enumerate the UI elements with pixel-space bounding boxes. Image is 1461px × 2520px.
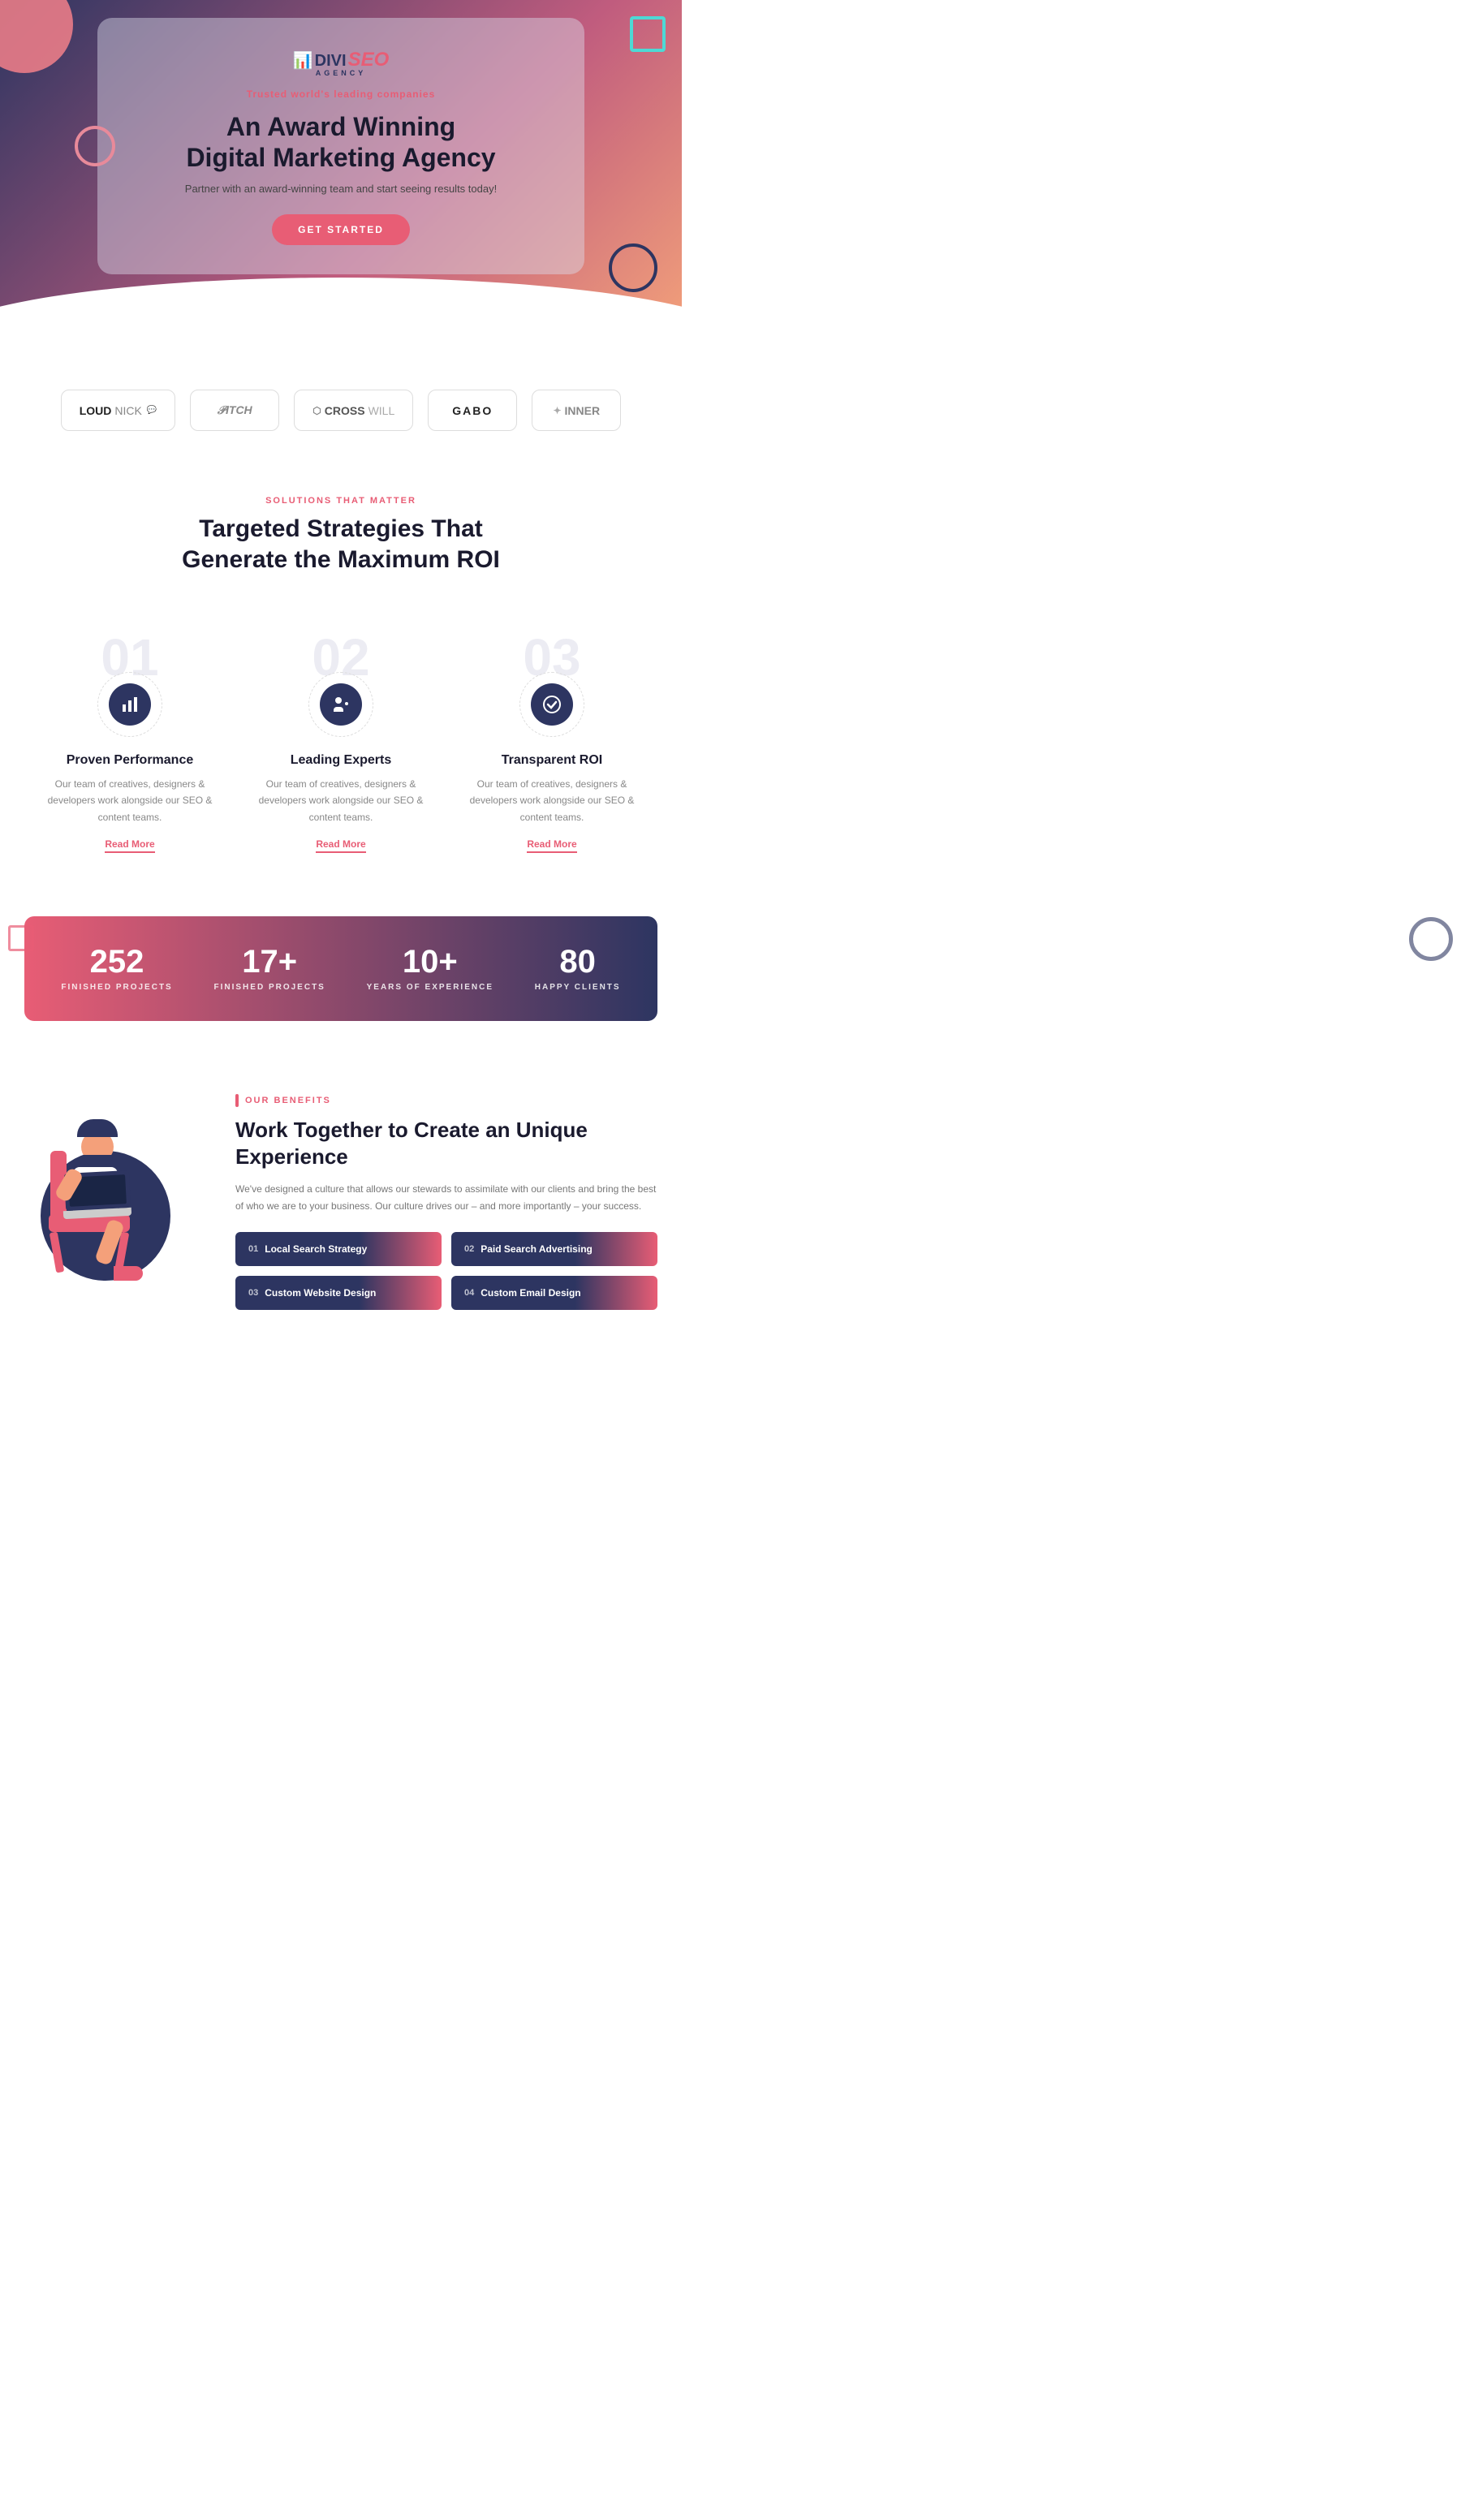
clients-section: LOUDNICK 💬 𝒫ITCH ⬡ CROSSWILL GABO ✦ INNE… xyxy=(0,341,682,463)
feature-link-3[interactable]: Read More xyxy=(527,838,576,853)
benefit-num-2: 02 xyxy=(464,1244,474,1254)
hero-card: 📊 DIVI SEO AGENCY Trusted world's leadin… xyxy=(97,18,584,275)
person-illustration xyxy=(32,1094,195,1289)
client-logo-crosswill: ⬡ CROSSWILL xyxy=(294,390,413,431)
get-started-button[interactable]: GET STARTED xyxy=(272,214,410,245)
hero-deco-square-top-right xyxy=(630,16,666,52)
hero-tagline: Trusted world's leading companies xyxy=(146,88,536,100)
solutions-section: SOLUTIONS THAT MATTER Targeted Strategie… xyxy=(0,463,682,623)
benefits-content: OUR BENEFITS Work Together to Create an … xyxy=(235,1094,657,1310)
client-logo-inner: ✦ INNER xyxy=(532,390,621,431)
client-logo-loudnick: LOUDNICK 💬 xyxy=(61,390,176,431)
feature-desc-2: Our team of creatives, designers & devel… xyxy=(255,776,427,825)
hero-deco-circle-bottom-right xyxy=(609,243,657,292)
feature-icon-bg-1 xyxy=(109,683,151,726)
hero-card-circle-left xyxy=(75,126,115,166)
stat-label-1: FINISHED PROJECTS xyxy=(61,983,172,992)
feature-icon-bg-3 xyxy=(531,683,573,726)
stat-number-4: 80 xyxy=(535,946,621,978)
benefit-label-3: Custom Website Design xyxy=(265,1287,376,1299)
benefit-label-1: Local Search Strategy xyxy=(265,1243,367,1255)
feature-desc-3: Our team of creatives, designers & devel… xyxy=(466,776,638,825)
stat-label-4: HAPPY CLIENTS xyxy=(535,983,621,992)
stat-number-2: 17+ xyxy=(214,946,325,978)
loudnick-bubble-icon: 💬 xyxy=(147,406,157,415)
benefit-btn-3[interactable]: 03 Custom Website Design xyxy=(235,1276,442,1310)
feature-icon-bg-2 xyxy=(320,683,362,726)
benefits-desc: We've designed a culture that allows our… xyxy=(235,1181,657,1214)
feature-title-2: Leading Experts xyxy=(255,753,427,768)
illus-beard xyxy=(84,1155,113,1165)
user-settings-icon xyxy=(331,695,351,714)
feature-card-3: 03 Transparent ROI Our team of creatives… xyxy=(446,623,657,876)
feature-link-2[interactable]: Read More xyxy=(316,838,365,853)
illus-shoe xyxy=(114,1266,143,1281)
hero-section: 📊 DIVI SEO AGENCY Trusted world's leadin… xyxy=(0,0,682,341)
check-icon xyxy=(542,695,562,714)
stat-number-3: 10+ xyxy=(367,946,493,978)
hero-deco-circle-top-left xyxy=(0,0,73,73)
benefit-num-4: 04 xyxy=(464,1288,474,1298)
hero-title: An Award Winning Digital Marketing Agenc… xyxy=(146,111,536,174)
feature-card-1: 01 Proven Performance Our team of creati… xyxy=(24,623,235,876)
crosswill-hex-icon: ⬡ xyxy=(312,405,321,416)
features-row: 01 Proven Performance Our team of creati… xyxy=(0,623,682,892)
stat-finished-projects-2: 17+ FINISHED PROJECTS xyxy=(214,946,325,992)
benefit-label-2: Paid Search Advertising xyxy=(481,1243,593,1255)
feature-link-1[interactable]: Read More xyxy=(105,838,154,853)
solutions-title: Targeted Strategies That Generate the Ma… xyxy=(32,514,649,575)
stat-happy-clients: 80 HAPPY CLIENTS xyxy=(535,946,621,992)
deco-circle-right xyxy=(1409,917,1453,961)
illus-hair xyxy=(77,1119,118,1137)
stat-number-1: 252 xyxy=(61,946,172,978)
feature-title-3: Transparent ROI xyxy=(466,753,638,768)
feature-card-2: 02 Leading Experts Our team of creatives… xyxy=(235,623,446,876)
benefit-label-4: Custom Email Design xyxy=(481,1287,580,1299)
solutions-label: SOLUTIONS THAT MATTER xyxy=(32,496,649,506)
inner-diamond-icon: ✦ xyxy=(553,405,561,416)
feature-title-1: Proven Performance xyxy=(44,753,216,768)
logo-seo: SEO xyxy=(348,50,390,70)
benefit-num-1: 01 xyxy=(248,1244,258,1254)
stat-finished-projects-1: 252 FINISHED PROJECTS xyxy=(61,946,172,992)
stats-banner: 252 FINISHED PROJECTS 17+ FINISHED PROJE… xyxy=(24,916,657,1021)
benefit-num-3: 03 xyxy=(248,1288,258,1298)
logo-bars-icon: 📊 xyxy=(293,53,313,69)
feature-icon-wrap-3 xyxy=(519,672,584,737)
client-logo-gabo: GABO xyxy=(428,390,517,431)
stat-years-experience: 10+ YEARS OF EXPERIENCE xyxy=(367,946,493,992)
benefits-title: Work Together to Create an Unique Experi… xyxy=(235,1117,657,1170)
benefits-label-bar xyxy=(235,1094,239,1107)
client-logo-pitch: 𝒫ITCH xyxy=(190,390,279,431)
benefit-btn-1[interactable]: 01 Local Search Strategy xyxy=(235,1232,442,1266)
benefits-section: OUR BENEFITS Work Together to Create an … xyxy=(0,1045,682,1342)
benefits-illustration xyxy=(24,1094,203,1289)
feature-icon-wrap-1 xyxy=(97,672,162,737)
feature-icon-wrap-2 xyxy=(308,672,373,737)
logo-agency: AGENCY xyxy=(316,70,367,77)
stat-label-3: YEARS OF EXPERIENCE xyxy=(367,983,493,992)
benefits-grid: 01 Local Search Strategy 02 Paid Search … xyxy=(235,1232,657,1310)
bar-chart-icon xyxy=(120,695,140,714)
hero-subtitle: Partner with an award-winning team and s… xyxy=(146,183,536,195)
benefit-btn-2[interactable]: 02 Paid Search Advertising xyxy=(451,1232,657,1266)
benefit-btn-4[interactable]: 04 Custom Email Design xyxy=(451,1276,657,1310)
logo-divi: DIVI xyxy=(315,53,347,69)
deco-square-left xyxy=(8,925,34,951)
stat-label-2: FINISHED PROJECTS xyxy=(214,983,325,992)
benefits-label: OUR BENEFITS xyxy=(235,1094,657,1107)
feature-desc-1: Our team of creatives, designers & devel… xyxy=(44,776,216,825)
logo-block: 📊 DIVI SEO AGENCY xyxy=(146,50,536,77)
